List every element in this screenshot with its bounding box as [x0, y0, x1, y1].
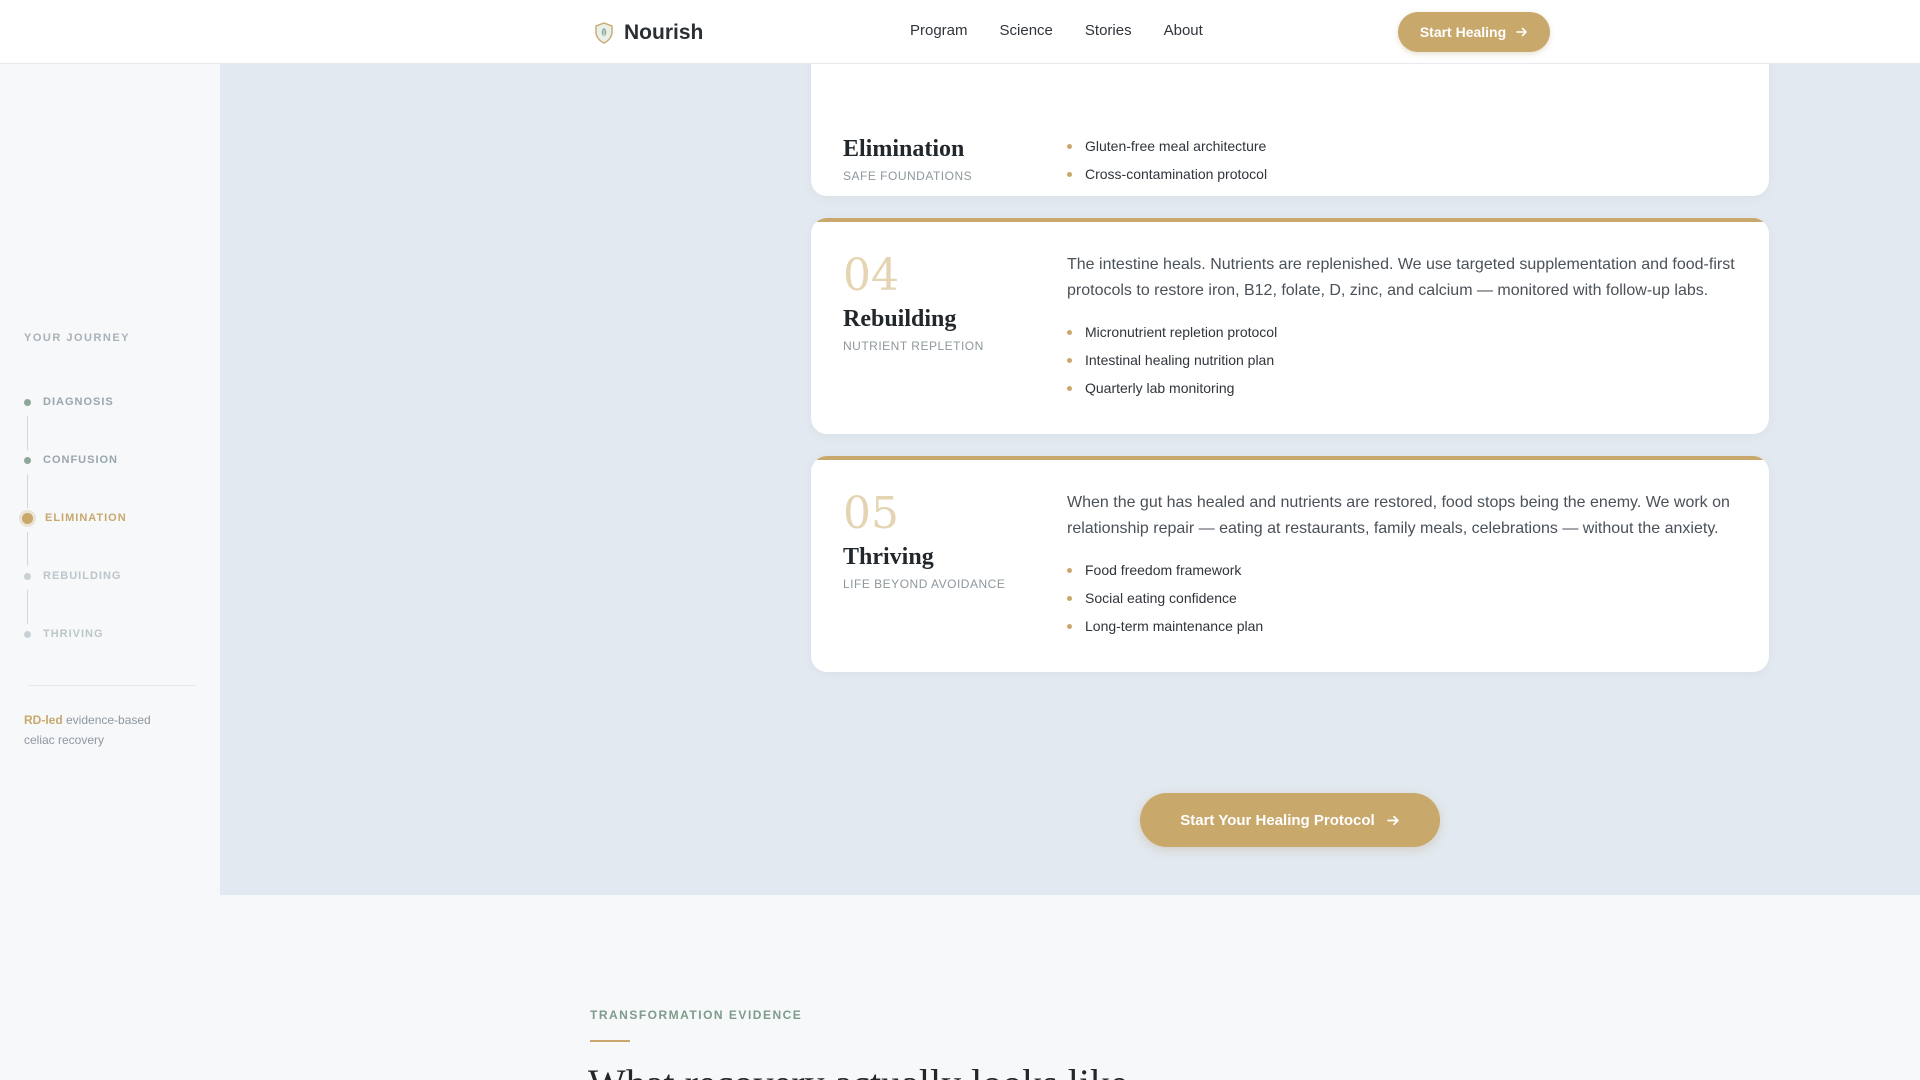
sidebar-step-thriving[interactable]: THRIVING: [22, 626, 104, 642]
nav-link-about[interactable]: About: [1164, 22, 1203, 39]
step-dot: [22, 512, 33, 524]
start-healing-button[interactable]: Start Healing: [1398, 12, 1550, 52]
brand[interactable]: Nourish: [594, 20, 703, 46]
arrow-right-icon: [1386, 815, 1399, 825]
sidebar-step-confusion[interactable]: CONFUSION: [22, 452, 118, 468]
brand-name: Nourish: [624, 21, 704, 44]
start-healing-label: Start Healing: [1419, 24, 1507, 40]
step-label: THRIVING: [43, 628, 104, 640]
section-rule: [590, 1040, 630, 1042]
journey-sidebar: YOUR JOURNEY DIAGNOSIS CONFUSION ELIMINA…: [0, 64, 220, 895]
phase-card-thriving: 05 Thriving LIFE BEYOND AVOIDANCE When t…: [811, 456, 1769, 672]
journey-connector: [27, 532, 28, 566]
phase-subtitle: SAFE FOUNDATIONS: [843, 169, 973, 183]
step-label: DIAGNOSIS: [43, 396, 114, 408]
arrow-right-icon: [1516, 27, 1527, 37]
start-protocol-label: Start Your Healing Protocol: [1180, 811, 1375, 829]
list-item: Intestinal healing nutrition plan: [1067, 346, 1747, 374]
list-item: Long-term maintenance plan: [1067, 612, 1747, 640]
nav-link-stories[interactable]: Stories: [1085, 22, 1132, 39]
phase-title: Rebuilding: [843, 306, 957, 332]
sidebar-step-elimination[interactable]: ELIMINATION: [22, 510, 127, 526]
phase-bullets: Micronutrient repletion protocol Intesti…: [1067, 318, 1747, 402]
phase-bullets: Gluten-free meal architecture Cross-cont…: [1067, 132, 1747, 196]
phase-subtitle: LIFE BEYOND AVOIDANCE: [843, 577, 1006, 591]
step-dot: [24, 630, 31, 638]
site-header: Nourish Program Science Stories About St…: [0, 0, 1920, 64]
journey-connector: [27, 474, 28, 508]
phase-title: Elimination: [843, 136, 965, 162]
phase-number: 05: [843, 488, 899, 539]
step-dot: [24, 456, 31, 464]
step-dot: [24, 398, 31, 406]
nav-link-program[interactable]: Program: [910, 22, 968, 39]
sidebar-step-diagnosis[interactable]: DIAGNOSIS: [22, 394, 114, 410]
section-heading: What recovery actually looks like: [588, 1060, 1588, 1080]
step-label: REBUILDING: [43, 570, 122, 582]
step-dot: [24, 572, 31, 580]
journey-section: Elimination SAFE FOUNDATIONS Gluten-free…: [220, 24, 1920, 895]
list-item: Micronutrient repletion protocol: [1067, 318, 1747, 346]
list-item: Food freedom framework: [1067, 556, 1747, 584]
phase-subtitle: NUTRIENT REPLETION: [843, 339, 984, 353]
sidebar-step-rebuilding[interactable]: REBUILDING: [22, 568, 121, 584]
phase-card-rebuilding: 04 Rebuilding NUTRIENT REPLETION The int…: [811, 218, 1769, 434]
section-eyebrow: TRANSFORMATION EVIDENCE: [590, 1008, 803, 1022]
sidebar-divider: [28, 685, 196, 686]
journey-connector: [27, 416, 28, 450]
step-label: CONFUSION: [43, 454, 118, 466]
phase-bullets: Food freedom framework Social eating con…: [1067, 556, 1747, 640]
shield-leaf-icon: [595, 22, 613, 44]
sidebar-title: YOUR JOURNEY: [24, 332, 131, 344]
phase-description: When the gut has healed and nutrients ar…: [1067, 494, 1730, 537]
heading-text: What recovery actually looks like: [588, 1061, 1128, 1080]
list-item: Cross-contamination protocol: [1067, 160, 1747, 188]
sidebar-note: RD-led evidence-based celiac recovery: [24, 710, 174, 750]
phase-description: The intestine heals. Nutrients are reple…: [1067, 256, 1735, 299]
nav-link-science[interactable]: Science: [1000, 22, 1053, 39]
list-item: Social eating confidence: [1067, 584, 1747, 612]
list-item: Quarterly lab monitoring: [1067, 374, 1747, 402]
journey-connector: [27, 590, 28, 624]
list-item: Safe eating out framework: [1067, 188, 1747, 196]
main-nav: Program Science Stories About: [910, 22, 1203, 39]
list-item: Gluten-free meal architecture: [1067, 132, 1747, 160]
phase-title: Thriving: [843, 544, 934, 570]
phase-number: 04: [843, 250, 899, 301]
step-label: ELIMINATION: [45, 512, 127, 524]
note-highlight: RD-led: [24, 713, 63, 727]
start-protocol-button[interactable]: Start Your Healing Protocol: [1140, 793, 1440, 847]
